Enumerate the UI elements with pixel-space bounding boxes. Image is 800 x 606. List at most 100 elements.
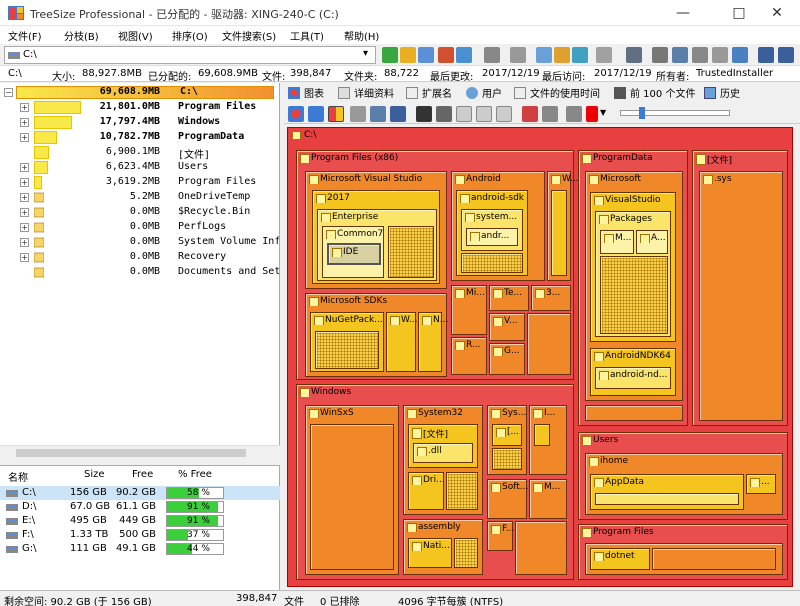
tab-file-age[interactable]: 文件的使用时间 [514, 85, 600, 103]
tm-sys32-files[interactable]: [文件] .dll [408, 424, 478, 468]
tm-n[interactable]: N... [418, 312, 448, 372]
disk-icon[interactable] [672, 47, 688, 63]
tab-chart[interactable]: 图表 [288, 85, 324, 103]
size-unit-icon[interactable] [652, 47, 668, 63]
tm-ihome[interactable]: ihome AppData ... [585, 453, 783, 515]
tm-i[interactable]: I... [529, 405, 567, 475]
tm-dll[interactable]: .dll [413, 443, 473, 463]
tm-users[interactable]: Users ihome AppData ... [578, 432, 788, 520]
folder-tree[interactable]: − 69,608.9MB C:\ +21,801.0MB Program File… [0, 83, 280, 445]
tm-appdata-inner[interactable] [595, 493, 739, 505]
tm-android-ndk[interactable]: AndroidNDK64 android-nd... [590, 348, 676, 396]
mail-icon[interactable] [536, 47, 552, 63]
percent-icon[interactable] [692, 47, 708, 63]
tab-users[interactable]: 用户 [466, 85, 502, 103]
minimize-icon[interactable]: — [660, 0, 706, 26]
layout-icon[interactable] [436, 106, 452, 122]
tree-row[interactable]: +0.0MB Recovery [0, 250, 279, 265]
filter-icon[interactable] [456, 47, 472, 63]
tab-history[interactable]: 历史 [704, 85, 740, 103]
tm-system32[interactable]: System32 [文件] .dll Dri... [403, 405, 483, 515]
image-icon[interactable] [554, 47, 570, 63]
columns-icon[interactable] [456, 106, 472, 122]
tm-bracket[interactable]: [... [492, 424, 522, 446]
tab-details[interactable]: 详细资料 [338, 85, 394, 103]
tm-m2[interactable]: M... [529, 479, 567, 519]
drive-row[interactable]: F:\ 1.33 TB 500 GB 37 % [0, 528, 280, 542]
tm-f[interactable]: F... [487, 521, 514, 551]
tm-te[interactable]: Te... [489, 285, 529, 311]
tree-row[interactable]: +10,782.7MB ProgramData [0, 130, 279, 145]
color-picker-icon[interactable] [586, 106, 598, 122]
menu-branch[interactable]: 分枝(B) [64, 28, 99, 43]
tm-dotnet[interactable]: dotnet [590, 548, 650, 570]
tree-row[interactable]: +21,801.0MB Program Files [0, 100, 279, 115]
network-icon[interactable] [572, 47, 588, 63]
chevron-down-icon[interactable]: ▼ [600, 108, 606, 117]
tm-appdata[interactable]: AppData [590, 474, 744, 510]
drive-row[interactable]: C:\ 156 GB 90.2 GB 58 % [0, 486, 280, 500]
print-chart-icon[interactable] [370, 106, 386, 122]
tm-w[interactable]: W... [547, 171, 578, 281]
tm-android-nd[interactable]: android-nd... [595, 367, 671, 389]
tree-row[interactable]: +0.0MB $Recycle.Bin [0, 205, 279, 220]
menu-tools[interactable]: 工具(T) [290, 28, 324, 43]
sort-descending-icon[interactable] [778, 47, 794, 63]
tm-winsxs[interactable]: WinSxS [305, 405, 399, 575]
zoom-out-icon[interactable] [542, 106, 558, 122]
tm-dri[interactable]: Dri... [408, 472, 445, 510]
tm-common7[interactable]: Common7 IDE [322, 226, 384, 278]
tree-row[interactable]: +6,623.4MB Users [0, 160, 279, 175]
slider-thumb[interactable] [639, 107, 645, 119]
stack-icon[interactable] [732, 47, 748, 63]
depth-slider[interactable] [620, 107, 730, 119]
col-pct-free[interactable]: % Free [178, 469, 212, 480]
tm-enterprise[interactable]: Enterprise Common7 IDE [317, 209, 437, 281]
bar-chart-icon[interactable] [308, 106, 324, 122]
tm-nuget[interactable]: NuGetPack... [310, 312, 384, 372]
home-icon[interactable] [510, 47, 526, 63]
binoculars-icon[interactable] [416, 106, 432, 122]
tm-files-block[interactable] [652, 548, 776, 570]
grid-icon[interactable] [496, 106, 512, 122]
report-icon[interactable] [438, 47, 454, 63]
menu-help[interactable]: 帮助(H) [344, 28, 379, 43]
zoom-in-icon[interactable] [522, 106, 538, 122]
treemap-icon[interactable] [328, 106, 344, 122]
settings-icon[interactable] [596, 47, 612, 63]
menu-search[interactable]: 文件搜索(S) [222, 28, 276, 43]
tm-packages[interactable]: Packages M... A... [595, 211, 671, 337]
tm-pf-inner[interactable]: dotnet [585, 543, 783, 575]
tm-visualstudio[interactable]: VisualStudio Packages M... A... [590, 192, 676, 342]
tree-row[interactable]: +17,797.4MB Windows [0, 115, 279, 130]
tm-android[interactable]: Android android-sdk system... andr... [451, 171, 545, 281]
tm-windows[interactable]: Windows WinSxS System32 [文件] .dll Dri...… [296, 384, 574, 580]
tree-row[interactable]: +0.0MB PerfLogs [0, 220, 279, 235]
tm-m[interactable]: M... [600, 230, 634, 254]
tm-w-inner[interactable] [551, 190, 567, 276]
tm-files-block[interactable] [315, 331, 379, 369]
tree-horizontal-scrollbar[interactable] [0, 445, 280, 459]
rows-icon[interactable] [476, 106, 492, 122]
close-icon[interactable]: ✕ [754, 0, 800, 26]
tm-files-block[interactable] [492, 448, 522, 470]
sort-ascending-icon[interactable] [758, 47, 774, 63]
refresh-icon[interactable] [382, 47, 398, 63]
pie-chart-icon[interactable] [288, 106, 304, 122]
tm-files-block[interactable] [461, 253, 523, 273]
open-folder-icon[interactable] [400, 47, 416, 63]
tm-w2[interactable]: W... [386, 312, 417, 372]
tm-assembly[interactable]: assembly Nati... [403, 519, 483, 575]
home-level-icon[interactable] [566, 106, 582, 122]
tm-files-block[interactable] [454, 538, 478, 568]
tm-program-files[interactable]: Program Files dotnet [578, 524, 788, 580]
tm-files-block[interactable] [600, 256, 668, 334]
tm-files-block[interactable] [310, 424, 394, 570]
drive-row[interactable]: G:\ 111 GB 49.1 GB 44 % [0, 542, 280, 556]
tm-system[interactable]: system... andr... [461, 209, 523, 251]
tm-microsoft[interactable]: Microsoft VisualStudio Packages M... A..… [585, 171, 683, 401]
tab-top-100[interactable]: 前 100 个文件 [614, 85, 695, 103]
drive-row[interactable]: E:\ 495 GB 449 GB 91 % [0, 514, 280, 528]
tm-root-files[interactable]: [文件] .sys [692, 150, 788, 426]
export-icon[interactable] [418, 47, 434, 63]
